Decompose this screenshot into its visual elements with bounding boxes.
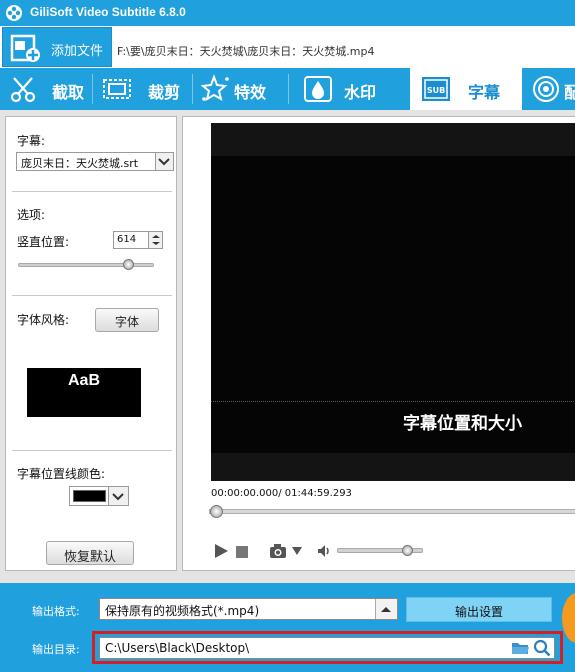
chevron-up-icon[interactable] xyxy=(375,599,397,619)
chevron-down-icon[interactable] xyxy=(155,153,173,170)
font-preview: AaB xyxy=(27,368,141,417)
reset-default-label: 恢复默认 xyxy=(63,550,116,565)
camera-icon[interactable] xyxy=(269,543,291,559)
tab-label: 特效 xyxy=(234,83,267,102)
svg-text:SUB: SUB xyxy=(427,86,445,95)
font-button[interactable]: 字体 xyxy=(95,308,159,332)
vertical-position-value: 614 xyxy=(117,234,137,245)
output-format-value: 保持原有的视频格式(*.mp4) xyxy=(105,604,260,618)
play-icon[interactable] xyxy=(213,543,229,559)
subtitle-position-line xyxy=(211,401,575,402)
divider xyxy=(12,450,172,451)
tab-label: 字幕 xyxy=(468,83,501,102)
feature-tab-bar: 截取 裁剪 特效 水印 SUB 字幕 配 xyxy=(0,68,575,110)
output-dir-value: C:\Users\Black\Desktop\ xyxy=(105,641,250,655)
tab-divider xyxy=(192,74,193,104)
film-cut-icon xyxy=(10,77,36,103)
subtitle-label: 字幕: xyxy=(17,134,46,148)
divider xyxy=(12,295,172,296)
audio-icon xyxy=(533,76,559,102)
watermark-drop-icon xyxy=(304,76,332,102)
vertical-position-slider[interactable] xyxy=(18,259,154,270)
tab-divider xyxy=(288,74,289,104)
reset-default-button[interactable]: 恢复默认 xyxy=(46,541,134,565)
subtitle-file-select[interactable]: 庞贝末日：天火焚城.srt xyxy=(16,152,174,171)
progress-thumb[interactable] xyxy=(210,505,223,518)
convert-button[interactable] xyxy=(562,593,575,643)
folder-open-icon[interactable] xyxy=(511,640,529,656)
app-title: GiliSoft Video Subtitle 6.8.0 xyxy=(30,5,186,19)
volume-thumb[interactable] xyxy=(402,545,413,556)
divider xyxy=(12,191,172,192)
vertical-position-stepper[interactable]: 614 xyxy=(113,231,163,249)
line-color-picker[interactable] xyxy=(69,486,129,506)
title-bar: GiliSoft Video Subtitle 6.8.0 xyxy=(0,0,575,26)
snapshot-dropdown-icon[interactable] xyxy=(292,547,302,555)
subtitle-icon: SUB xyxy=(422,77,450,101)
volume-icon[interactable] xyxy=(317,544,331,558)
output-dir-field[interactable]: C:\Users\Black\Desktop\ xyxy=(99,637,555,659)
volume-slider[interactable] xyxy=(337,545,423,556)
source-file-path: F:\要\庞贝末日：天火焚城\庞贝末日：天火焚城.mp4 xyxy=(117,45,375,58)
file-bar: 添加文件 F:\要\庞贝末日：天火焚城\庞贝末日：天火焚城.mp4 xyxy=(0,26,575,68)
add-file-icon xyxy=(10,34,40,62)
add-file-label: 添加文件 xyxy=(51,44,104,59)
add-file-button[interactable]: 添加文件 xyxy=(2,27,112,67)
tab-divider xyxy=(92,74,93,104)
sparkle-icon xyxy=(200,74,229,102)
slider-thumb[interactable] xyxy=(123,259,134,270)
time-readout: 00:00:00.000/ 01:44:59.293 xyxy=(211,488,352,499)
time-total: / 01:44:59.293 xyxy=(278,488,352,499)
tab-label: 裁剪 xyxy=(148,83,181,102)
output-format-select[interactable]: 保持原有的视频格式(*.mp4) xyxy=(99,598,398,620)
video-screen[interactable]: 字幕位置和大小 xyxy=(211,123,575,481)
subtitle-file-value: 庞贝末日：天火焚城.srt xyxy=(21,157,139,170)
letterbox-bottom xyxy=(211,453,575,481)
tab-label: 水印 xyxy=(344,83,377,102)
output-dir-highlight: C:\Users\Black\Desktop\ xyxy=(92,631,563,664)
tab-label: 配 xyxy=(564,83,575,102)
subtitle-options-panel: 字幕: 庞贝末日：天火焚城.srt 选项: 竖直位置: 614 字体风格: 字体… xyxy=(5,116,177,571)
output-bar: 输出格式: 保持原有的视频格式(*.mp4) 输出设置 输出目录: C:\Use… xyxy=(0,583,575,672)
output-dir-label: 输出目录: xyxy=(32,643,80,656)
tab-crop[interactable]: 裁剪 xyxy=(94,68,190,110)
tab-audio[interactable]: 配 xyxy=(524,68,575,110)
output-settings-button[interactable]: 输出设置 xyxy=(406,597,552,622)
subtitle-preview-text: 字幕位置和大小 xyxy=(403,414,522,434)
tab-watermark[interactable]: 水印 xyxy=(290,68,408,110)
tab-trim[interactable]: 截取 xyxy=(2,68,90,110)
playback-progress-bar[interactable] xyxy=(209,505,575,518)
vertical-position-label: 竖直位置: xyxy=(17,235,70,249)
tab-subtitle[interactable]: SUB 字幕 xyxy=(410,68,522,110)
font-preview-text: AaB xyxy=(67,372,100,389)
app-logo-icon xyxy=(6,5,22,21)
video-preview-panel: 字幕位置和大小 00:00:00.000/ 01:44:59.293 xyxy=(182,116,575,571)
output-format-label: 输出格式: xyxy=(32,605,80,618)
stop-icon[interactable] xyxy=(236,546,248,558)
chevron-down-icon[interactable] xyxy=(108,487,128,505)
letterbox-top xyxy=(211,123,575,156)
line-color-swatch xyxy=(73,490,106,502)
search-icon[interactable] xyxy=(533,639,551,657)
stepper-arrows[interactable] xyxy=(148,232,162,248)
output-settings-label: 输出设置 xyxy=(454,605,503,619)
line-color-label: 字幕位置线颜色: xyxy=(17,467,106,481)
tab-label: 截取 xyxy=(52,83,85,102)
font-style-label: 字体风格: xyxy=(17,313,70,327)
crop-icon xyxy=(103,79,131,99)
tab-effects[interactable]: 特效 xyxy=(194,68,286,110)
font-button-label: 字体 xyxy=(114,315,139,329)
time-current: 00:00:00.000 xyxy=(211,488,279,499)
options-label: 选项: xyxy=(17,208,46,222)
